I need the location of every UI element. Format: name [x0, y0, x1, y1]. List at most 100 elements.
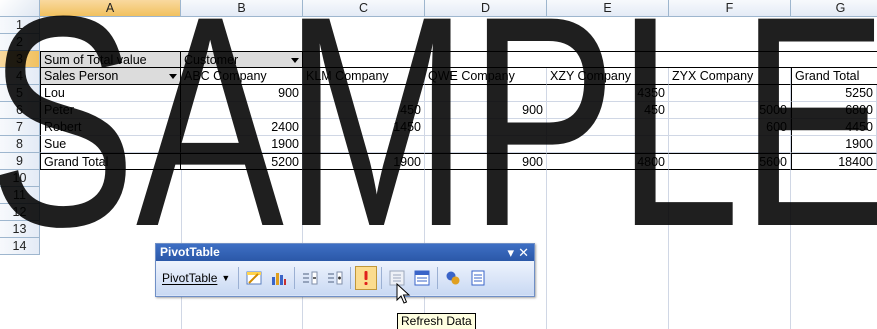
pivottable-menu-button[interactable]: PivotTable ▼ [158, 266, 234, 290]
column-header-f[interactable]: F [669, 0, 791, 17]
format-report-icon[interactable] [243, 266, 265, 290]
pivot-value-cell[interactable]: 5250 [791, 85, 877, 102]
pivottable-toolbar[interactable]: PivotTable ▾ ✕ PivotTable ▼ [155, 243, 535, 297]
chevron-down-icon: ▼ [221, 273, 231, 283]
column-header-g[interactable]: G [791, 0, 877, 17]
row-header[interactable]: 13 [0, 221, 40, 238]
pivot-grand-total-cell[interactable]: 900 [425, 153, 547, 170]
sheet-row: 4 Sales Person ABC Company KLM Company Q… [0, 68, 877, 85]
toolbar-separator [238, 267, 240, 289]
pivot-row-field[interactable]: Sales Person [40, 68, 181, 85]
row-header[interactable]: 7 [0, 119, 40, 136]
sheet-row: 12 [0, 204, 877, 221]
pivot-value-cell[interactable] [669, 85, 791, 102]
column-header-e[interactable]: E [547, 0, 669, 17]
sheet-row: 5 Lou 900 4350 5250 [0, 85, 877, 102]
pivot-column-header[interactable]: XZY Company [547, 68, 669, 85]
pivot-row-label[interactable]: Peter [40, 102, 181, 119]
mouse-pointer-icon [396, 283, 411, 304]
pivot-value-cell[interactable] [669, 136, 791, 153]
row-header[interactable]: 6 [0, 102, 40, 119]
row-header[interactable]: 1 [0, 17, 40, 34]
toolbar-title: PivotTable [160, 245, 220, 259]
pivot-value-cell[interactable]: 1900 [791, 136, 877, 153]
sheet-row: 9 Grand Total 5200 1900 900 4800 5600 18… [0, 153, 877, 170]
pivot-value-cell[interactable] [547, 119, 669, 136]
sheet-row: 3 Sum of Total value Customer [0, 51, 877, 68]
pivot-value-cell[interactable]: 1450 [303, 119, 425, 136]
pivot-column-field[interactable]: Customer [181, 51, 303, 68]
pivot-column-header[interactable]: KLM Company [303, 68, 425, 85]
sheet-row: 11 [0, 187, 877, 204]
column-header-c[interactable]: C [303, 0, 425, 17]
show-field-list-icon[interactable] [467, 266, 489, 290]
pivot-value-cell[interactable]: 900 [425, 102, 547, 119]
pivot-grand-total-cell[interactable]: 1900 [303, 153, 425, 170]
pivot-grand-total-cell[interactable]: 18400 [791, 153, 877, 170]
pivot-grand-total-label[interactable]: Grand Total [40, 153, 181, 170]
refresh-data-tooltip: Refresh Data [397, 313, 476, 329]
pivot-value-cell[interactable]: 600 [669, 119, 791, 136]
column-header-d[interactable]: D [425, 0, 547, 17]
pivot-top-band [303, 51, 877, 68]
pivot-value-cell[interactable]: 2400 [181, 119, 303, 136]
close-icon[interactable]: ✕ [518, 244, 529, 261]
toolbar-title-bar[interactable]: PivotTable ▾ ✕ [156, 244, 534, 261]
select-all-corner[interactable] [0, 0, 40, 17]
column-header-row: A B C D E F G [0, 0, 877, 17]
row-header[interactable]: 9 [0, 153, 40, 170]
pivot-row-label[interactable]: Robert [40, 119, 181, 136]
pivot-value-cell[interactable]: 6800 [791, 102, 877, 119]
pivot-column-header[interactable]: ZYX Company [669, 68, 791, 85]
row-header[interactable]: 3 [0, 51, 40, 68]
row-header[interactable]: 8 [0, 136, 40, 153]
pivot-column-header[interactable]: ABC Company [181, 68, 303, 85]
dropdown-arrow-icon[interactable] [169, 74, 177, 79]
toolbar-separator [437, 267, 439, 289]
pivot-value-cell[interactable] [547, 136, 669, 153]
row-header[interactable]: 12 [0, 204, 40, 221]
pivottable-menu-label: PivotTable [162, 271, 218, 285]
dropdown-arrow-icon[interactable] [291, 58, 299, 63]
pivot-grand-total-cell[interactable]: 5600 [669, 153, 791, 170]
pivot-value-cell[interactable]: 450 [547, 102, 669, 119]
pivot-row-label[interactable]: Lou [40, 85, 181, 102]
row-header[interactable]: 2 [0, 34, 40, 51]
column-header-a[interactable]: A [40, 0, 181, 17]
pivot-value-cell[interactable] [425, 119, 547, 136]
row-header[interactable]: 4 [0, 68, 40, 85]
pivot-value-cell[interactable]: 4350 [547, 85, 669, 102]
row-header[interactable]: 14 [0, 238, 40, 255]
column-header-b[interactable]: B [181, 0, 303, 17]
pivot-value-cell[interactable] [303, 85, 425, 102]
hide-detail-icon[interactable] [299, 266, 321, 290]
pivot-column-header[interactable]: QWE Company [425, 68, 547, 85]
pivot-value-cell[interactable] [303, 136, 425, 153]
field-settings-icon[interactable] [442, 266, 464, 290]
pivot-value-cell[interactable]: 5000 [669, 102, 791, 119]
pivot-value-cell[interactable]: 900 [181, 85, 303, 102]
row-header[interactable]: 10 [0, 170, 40, 187]
pivot-row-label[interactable]: Sue [40, 136, 181, 153]
pivot-value-cell[interactable] [425, 85, 547, 102]
refresh-data-icon[interactable] [355, 266, 378, 290]
pivot-value-cell[interactable] [425, 136, 547, 153]
row-header[interactable]: 5 [0, 85, 40, 102]
pivot-value-cell[interactable]: 1900 [181, 136, 303, 153]
pivot-column-header[interactable]: Grand Total [791, 68, 877, 85]
pivot-value-cell[interactable]: 450 [303, 102, 425, 119]
always-display-items-icon[interactable] [411, 266, 433, 290]
pivot-grand-total-cell[interactable]: 4800 [547, 153, 669, 170]
pivot-value-cell[interactable] [181, 102, 303, 119]
chart-wizard-icon[interactable] [268, 266, 290, 290]
show-detail-icon[interactable] [324, 266, 346, 290]
pivot-column-field-label: Customer [184, 53, 239, 67]
sheet-row: 10 [0, 170, 877, 187]
sheet-row: 2 [0, 34, 877, 51]
toolbar-buttons: PivotTable ▼ [156, 261, 534, 295]
pivot-data-field[interactable]: Sum of Total value [40, 51, 181, 68]
toolbar-options-icon[interactable]: ▾ [507, 244, 514, 261]
pivot-grand-total-cell[interactable]: 5200 [181, 153, 303, 170]
pivot-value-cell[interactable]: 4450 [791, 119, 877, 136]
row-header[interactable]: 11 [0, 187, 40, 204]
